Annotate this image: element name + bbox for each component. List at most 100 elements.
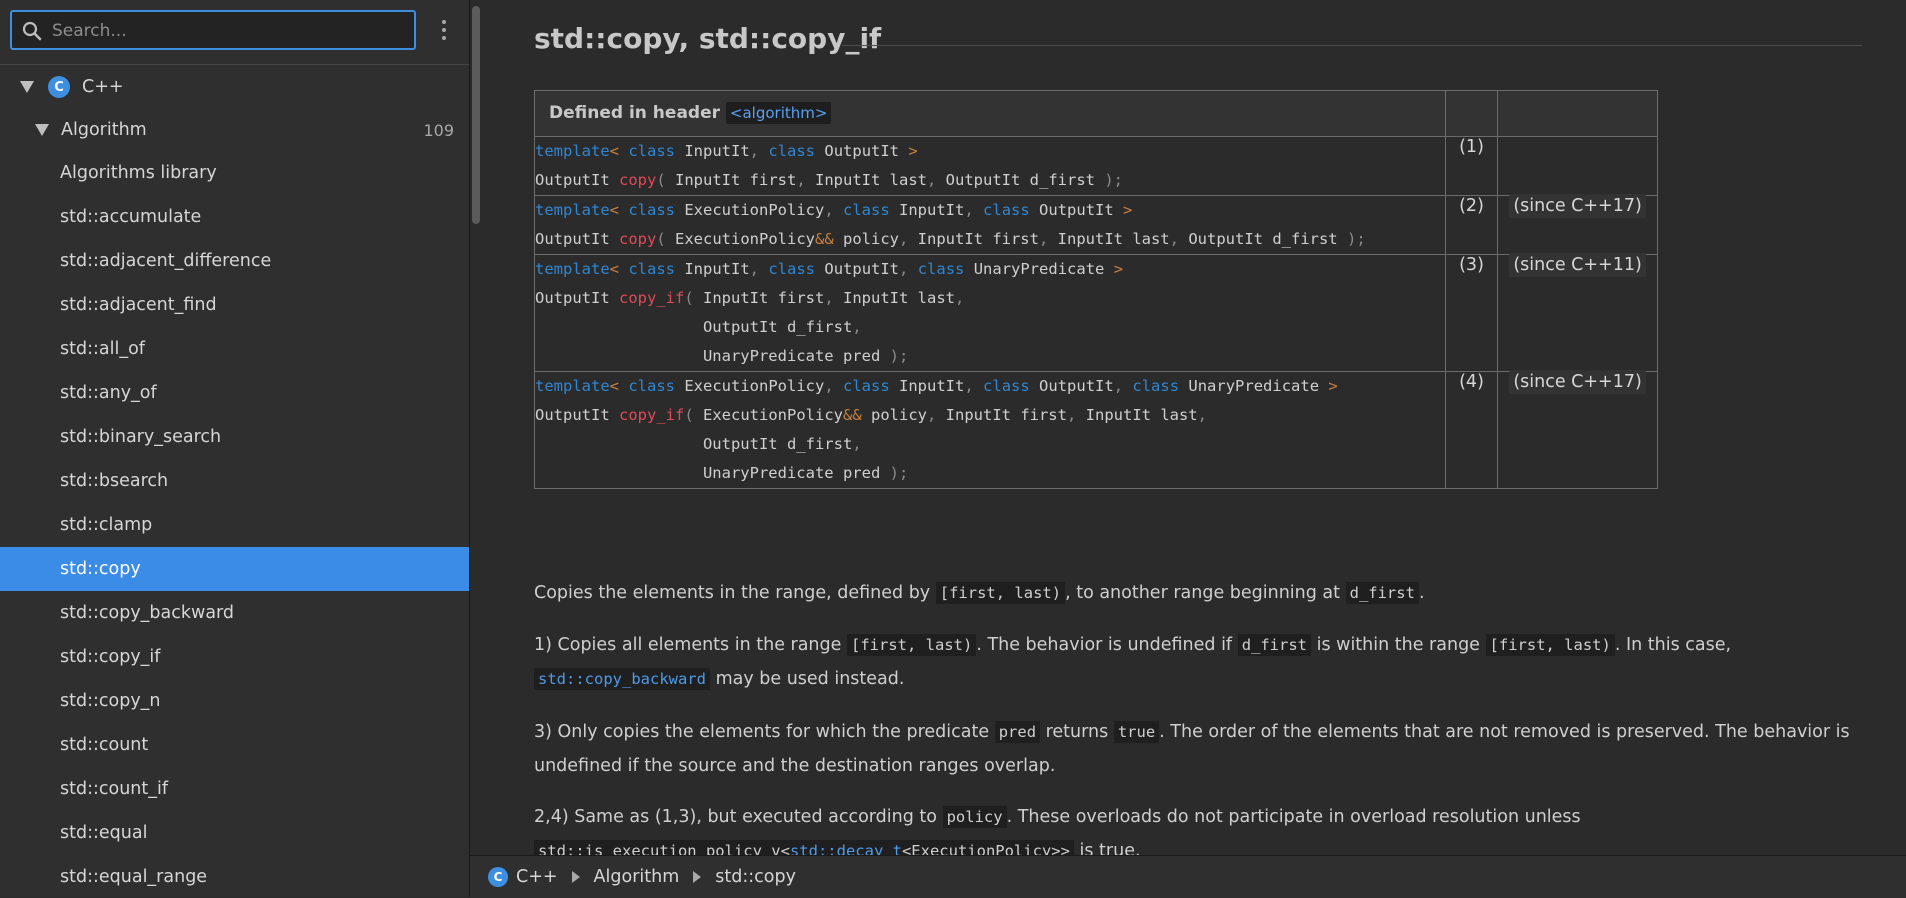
sidebar-item-label: std::copy: [60, 559, 141, 579]
overload-number: (3): [1444, 254, 1499, 372]
declaration-code: template< class InputIt, class OutputIt,…: [534, 254, 1446, 372]
tree-node-algorithm[interactable]: Algorithm 109: [0, 108, 469, 152]
sidebar-item[interactable]: Algorithms library: [0, 151, 469, 195]
inline-code: true: [1113, 721, 1160, 743]
sidebar-item[interactable]: std::accumulate: [0, 195, 469, 239]
sidebar-item[interactable]: std::copy_if: [0, 635, 469, 679]
header-cell: Defined in header <algorithm>: [534, 90, 1446, 137]
since-badge: (since C++17): [1509, 370, 1646, 394]
since-cell: (since C++17): [1497, 194, 1658, 255]
sidebar-item[interactable]: std::adjacent_difference: [0, 239, 469, 283]
sidebar-item-label: std::bsearch: [60, 471, 169, 491]
header-label: Defined in header: [549, 103, 720, 123]
search-bar: [0, 0, 469, 65]
inline-code: [first, last): [935, 582, 1066, 604]
declaration-row: template< class ExecutionPolicy, class I…: [534, 194, 1658, 255]
since-cell: [1497, 136, 1658, 196]
header-empty-cell: [1444, 90, 1499, 137]
declaration-code: template< class ExecutionPolicy, class I…: [534, 371, 1446, 489]
sidebar-item-label: Algorithms library: [60, 163, 217, 183]
breadcrumb-label: Algorithm: [593, 867, 680, 887]
since-badge: (since C++11): [1509, 253, 1646, 277]
inline-code: policy: [942, 806, 1007, 828]
sidebar-item[interactable]: std::bsearch: [0, 459, 469, 503]
copy-backward-link[interactable]: std::copy_backward: [534, 668, 710, 690]
scrollbar-thumb[interactable]: [472, 6, 480, 224]
sidebar-item-label: std::copy_backward: [60, 603, 235, 623]
expand-triangle-icon[interactable]: [35, 124, 49, 136]
breadcrumb-separator-icon: [571, 871, 580, 883]
sidebar-item-label: std::adjacent_find: [60, 295, 217, 315]
since-badge: (since C++17): [1509, 194, 1646, 218]
sidebar-item-label: std::any_of: [60, 383, 157, 403]
sidebar-item-label: std::binary_search: [60, 427, 222, 447]
search-input[interactable]: [50, 15, 410, 47]
declaration-row: template< class ExecutionPolicy, class I…: [534, 370, 1658, 489]
since-cell: (since C++11): [1497, 253, 1658, 372]
overload-number: (2): [1444, 195, 1499, 255]
page-title: std::copy, std::copy_if: [534, 22, 882, 55]
breadcrumb-item-current[interactable]: std::copy: [715, 867, 796, 887]
sidebar-item[interactable]: std::copy_n: [0, 679, 469, 723]
sidebar-item-label: std::equal_range: [60, 867, 208, 887]
inline-code: [first, last): [1485, 634, 1615, 656]
sidebar-item[interactable]: std::adjacent_find: [0, 283, 469, 327]
sidebar-item[interactable]: std::clamp: [0, 503, 469, 547]
documentation-content: std::copy, std::copy_if Defined in heade…: [482, 0, 1906, 855]
description-paragraph: 3) Only copies the elements for which th…: [534, 721, 1850, 776]
sidebar-item-label: std::clamp: [60, 515, 153, 535]
sidebar-item-label: std::count_if: [60, 779, 169, 799]
breadcrumb-item-cpp[interactable]: C C++: [488, 867, 558, 887]
cpp-logo-icon: C: [48, 76, 70, 98]
description-paragraph: Copies the elements in the range, define…: [534, 582, 1425, 604]
breadcrumb: C C++ Algorithm std::copy: [470, 855, 1906, 898]
sidebar-item[interactable]: std::equal: [0, 811, 469, 855]
declarations-table: Defined in header <algorithm> template< …: [534, 90, 1658, 489]
tree-node-label: C++: [82, 77, 124, 97]
description-paragraph: 2,4) Same as (1,3), but executed accordi…: [534, 800, 1864, 855]
tree-node-label: Algorithm: [61, 120, 147, 140]
inline-code: d_first: [1345, 582, 1419, 604]
inline-code: pred: [994, 721, 1041, 743]
sidebar-item[interactable]: std::all_of: [0, 327, 469, 371]
inline-code: d_first: [1237, 634, 1312, 656]
sidebar-item-label: std::copy_if: [60, 647, 161, 667]
more-options-icon[interactable]: [436, 16, 452, 46]
sidebar-item[interactable]: std::count: [0, 723, 469, 767]
decay-t-link[interactable]: std::decay_t: [790, 842, 902, 855]
sidebar-item[interactable]: std::copy_backward: [0, 591, 469, 635]
sidebar-item-label: std::accumulate: [60, 207, 202, 227]
sidebar-item[interactable]: std::equal_range: [0, 855, 469, 897]
declaration-row: template< class InputIt, class OutputIt,…: [534, 253, 1658, 372]
header-file-link[interactable]: <algorithm>: [725, 102, 832, 124]
expand-triangle-icon[interactable]: [20, 81, 34, 93]
title-divider: [842, 45, 1862, 46]
sidebar-item-label: std::copy_n: [60, 691, 161, 711]
sidebar-item-label: std::count: [60, 735, 149, 755]
since-cell: (since C++17): [1497, 370, 1658, 489]
sidebar-item[interactable]: std::count_if: [0, 767, 469, 811]
search-box[interactable]: [10, 10, 416, 50]
breadcrumb-separator-icon: [693, 871, 702, 883]
sidebar-item-label: std::equal: [60, 823, 148, 843]
description-paragraph: 1) Copies all elements in the range [fir…: [534, 634, 1732, 690]
breadcrumb-label: std::copy: [715, 867, 796, 887]
sidebar-item[interactable]: std::binary_search: [0, 415, 469, 459]
search-icon: [22, 21, 42, 41]
declaration-row: template< class InputIt, class OutputIt …: [534, 136, 1658, 196]
sidebar-item[interactable]: std::copy: [0, 547, 469, 591]
declaration-code: template< class InputIt, class OutputIt …: [534, 136, 1446, 196]
sidebar: C C++ Algorithm 109 Algorithms library st…: [0, 0, 470, 897]
tree-node-cpp[interactable]: C C++: [0, 65, 469, 109]
breadcrumb-item-algorithm[interactable]: Algorithm: [594, 867, 680, 887]
sidebar-item[interactable]: std::any_of: [0, 371, 469, 415]
header-empty-cell: [1497, 90, 1658, 137]
declaration-code: template< class ExecutionPolicy, class I…: [534, 195, 1446, 255]
sidebar-item-label: std::adjacent_difference: [60, 251, 272, 271]
cpp-logo-icon: C: [488, 867, 508, 887]
sidebar-item-label: std::all_of: [60, 339, 145, 359]
overload-number: (4): [1444, 371, 1499, 489]
inline-code: std::is_execution_policy_v<std::decay_t<…: [534, 840, 1074, 855]
item-count: 109: [423, 120, 454, 140]
inline-code: [first, last): [846, 634, 977, 656]
